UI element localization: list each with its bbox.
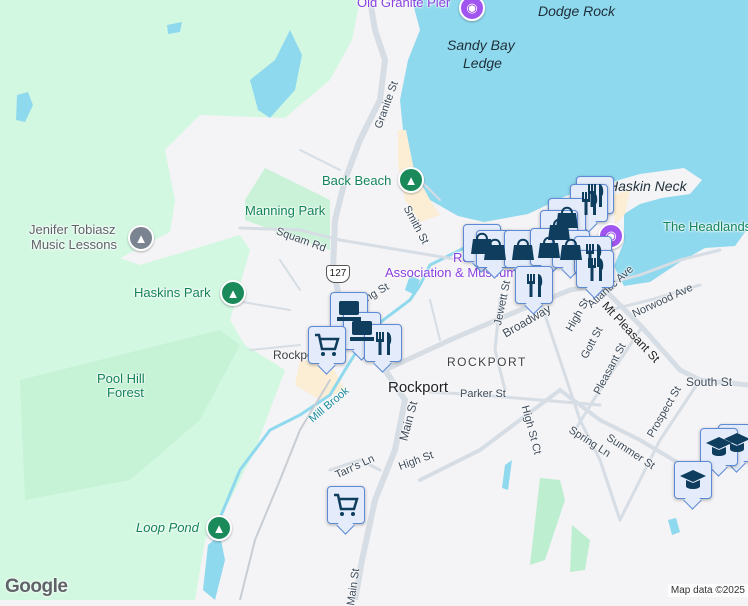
label-pool-hill-forest-1[interactable]: Pool Hill: [97, 372, 145, 386]
street-parker: Parker St: [460, 388, 506, 400]
tree-icon[interactable]: ▲: [398, 167, 424, 193]
label-district-rockport: ROCKPORT: [447, 355, 527, 369]
restaurant-marker[interactable]: [515, 266, 553, 304]
label-music-lessons-2[interactable]: Music Lessons: [31, 238, 117, 252]
fork-knife-icon: [588, 258, 604, 281]
graduation-cap-icon[interactable]: ▲: [128, 225, 154, 251]
restaurant-marker[interactable]: [576, 250, 614, 288]
label-manning-park[interactable]: Manning Park: [245, 204, 325, 218]
label-sandy-bay-ledge-1: Sandy Bay: [447, 37, 515, 53]
shopping-cart-marker[interactable]: [308, 326, 346, 364]
fork-knife-icon: [376, 332, 392, 355]
google-logo[interactable]: Google: [5, 576, 68, 598]
label-haskin-neck: Haskin Neck: [608, 178, 687, 194]
fork-knife-icon: [527, 274, 543, 297]
label-town-rockport: Rockport: [388, 379, 449, 396]
label-dodge-rock: Dodge Rock: [538, 3, 616, 19]
route-127-shield: 127: [326, 265, 350, 283]
tree-icon[interactable]: ▲: [206, 515, 232, 541]
shopping-cart-marker[interactable]: [327, 486, 365, 524]
tree-icon[interactable]: ▲: [220, 280, 246, 306]
shopping-cart-icon: [332, 493, 359, 518]
label-back-beach[interactable]: Back Beach: [322, 174, 391, 188]
school-marker[interactable]: [674, 461, 712, 499]
school-marker[interactable]: [700, 428, 738, 466]
graduation-cap-icon: [706, 437, 732, 456]
shopping-cart-icon: [313, 333, 340, 358]
shopping-bag-icon: [511, 238, 535, 261]
map-attribution[interactable]: Map data ©2025: [667, 584, 748, 597]
shopping-bag-icon: [483, 238, 507, 261]
label-pool-hill-forest-2[interactable]: Forest: [107, 386, 144, 400]
label-music-lessons-1[interactable]: Jenifer Tobiasz: [29, 223, 115, 237]
forest-area: [0, 0, 360, 600]
label-loop-pond[interactable]: Loop Pond: [136, 521, 199, 535]
street-south: South St: [686, 375, 733, 389]
restaurant-marker[interactable]: [364, 324, 402, 362]
label-haskins-park[interactable]: Haskins Park: [134, 286, 211, 300]
label-the-headlands[interactable]: The Headlands: [663, 220, 748, 234]
graduation-cap-icon: [680, 470, 706, 489]
park-strip: [530, 478, 565, 565]
label-old-granite-pier[interactable]: Old Granite Pier: [357, 0, 450, 10]
label-sandy-bay-ledge-2: Ledge: [463, 55, 502, 71]
park-strip-2: [570, 525, 590, 572]
